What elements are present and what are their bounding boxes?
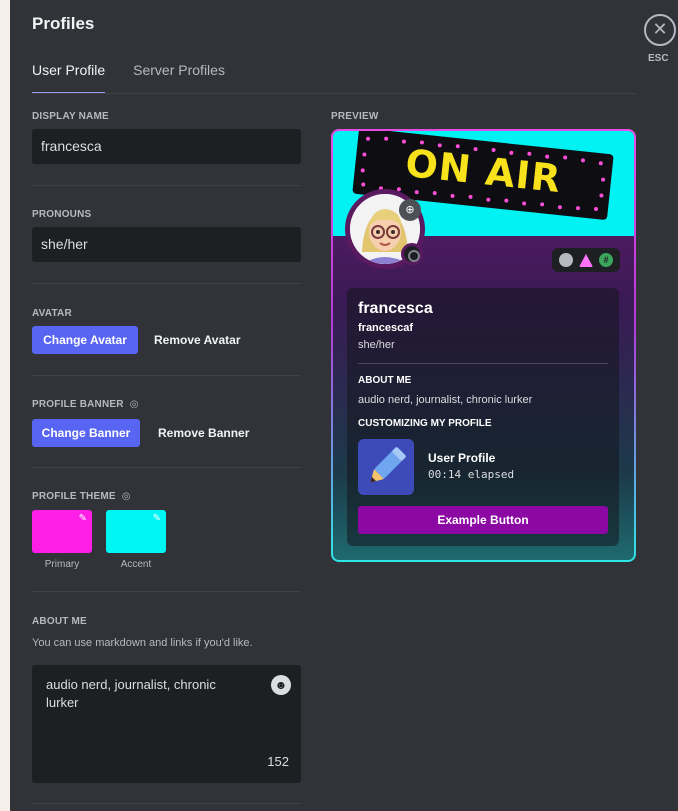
primary-color-label: Primary xyxy=(44,559,80,570)
nitro-icon: ◎ xyxy=(121,491,131,502)
customizing-label: CUSTOMIZING MY PROFILE xyxy=(358,418,492,429)
hashtag-badge-icon: # xyxy=(599,253,613,267)
divider xyxy=(32,591,301,592)
close-icon[interactable]: ✕ xyxy=(644,14,676,46)
preview-about-label: ABOUT ME xyxy=(358,375,412,386)
divider xyxy=(32,803,301,804)
display-name-label: DISPLAY NAME xyxy=(32,111,109,122)
divider xyxy=(32,185,301,186)
badge-bar: # xyxy=(552,248,620,272)
accent-color-swatch[interactable]: ✎ xyxy=(106,510,166,553)
activity-card: User Profile 00:14 elapsed xyxy=(358,439,608,495)
about-me-label: ABOUT ME xyxy=(32,616,87,627)
pronouns-input[interactable]: she/her xyxy=(32,227,301,262)
badge-icon xyxy=(559,253,573,267)
divider xyxy=(32,375,301,376)
pronouns-label: PRONOUNS xyxy=(32,209,92,220)
tab-server-profiles[interactable]: Server Profiles xyxy=(133,62,225,94)
upload-image-icon[interactable]: ⊕ xyxy=(399,199,421,221)
tab-bar: User Profile Server Profiles xyxy=(32,62,225,94)
primary-color-swatch[interactable]: ✎ xyxy=(32,510,92,553)
profile-preview-card: ON AIR ⊕ # francesca francescaf she/her … xyxy=(331,129,636,562)
activity-elapsed: 00:14 elapsed xyxy=(428,468,515,481)
profile-settings-panel: Profiles ✕ ESC User Profile Server Profi… xyxy=(10,0,678,811)
preview-username: francescaf xyxy=(358,322,414,334)
about-me-textarea[interactable]: audio nerd, journalist, chronic lurker ☻… xyxy=(32,665,301,783)
preview-display-name: francesca xyxy=(358,300,433,317)
pencil-icon: ✎ xyxy=(78,513,87,524)
emoji-icon[interactable]: ☻ xyxy=(271,675,291,695)
tabs-divider xyxy=(32,93,636,94)
pencil-icon: ✎ xyxy=(152,513,161,524)
profile-theme-label-text: PROFILE THEME xyxy=(32,491,116,502)
esc-label: ESC xyxy=(648,53,669,64)
divider xyxy=(32,467,301,468)
change-banner-button[interactable]: Change Banner xyxy=(32,419,140,447)
banner-text: ON AIR xyxy=(403,140,564,202)
preview-label: PREVIEW xyxy=(331,111,379,122)
nitro-icon: ◎ xyxy=(129,399,139,410)
divider xyxy=(32,283,301,284)
remove-banner-button[interactable]: Remove Banner xyxy=(158,419,249,447)
about-me-help: You can use markdown and links if you'd … xyxy=(32,637,253,649)
char-count: 152 xyxy=(267,754,289,769)
status-icon xyxy=(401,243,423,265)
divider xyxy=(358,363,608,364)
pencil-activity-icon xyxy=(358,439,414,495)
preview-pronouns: she/her xyxy=(358,339,395,351)
avatar-label: AVATAR xyxy=(32,308,72,319)
activity-title: User Profile xyxy=(428,451,496,465)
page-title: Profiles xyxy=(32,14,95,33)
nitro-badge-icon xyxy=(579,253,593,267)
about-me-text: audio nerd, journalist, chronic lurker xyxy=(46,677,216,710)
remove-avatar-button[interactable]: Remove Avatar xyxy=(154,326,240,354)
display-name-input[interactable]: francesca xyxy=(32,129,301,164)
profile-banner-label-text: PROFILE BANNER xyxy=(32,399,124,410)
tab-user-profile[interactable]: User Profile xyxy=(32,62,106,94)
accent-color-label: Accent xyxy=(120,559,152,570)
profile-info-panel: francesca francescaf she/her ABOUT ME au… xyxy=(347,288,619,546)
change-avatar-button[interactable]: Change Avatar xyxy=(32,326,138,354)
profile-banner-label: PROFILE BANNER ◎ xyxy=(32,399,139,410)
example-button[interactable]: Example Button xyxy=(358,506,608,534)
preview-about-text: audio nerd, journalist, chronic lurker xyxy=(358,394,533,406)
profile-theme-label: PROFILE THEME ◎ xyxy=(32,491,131,502)
